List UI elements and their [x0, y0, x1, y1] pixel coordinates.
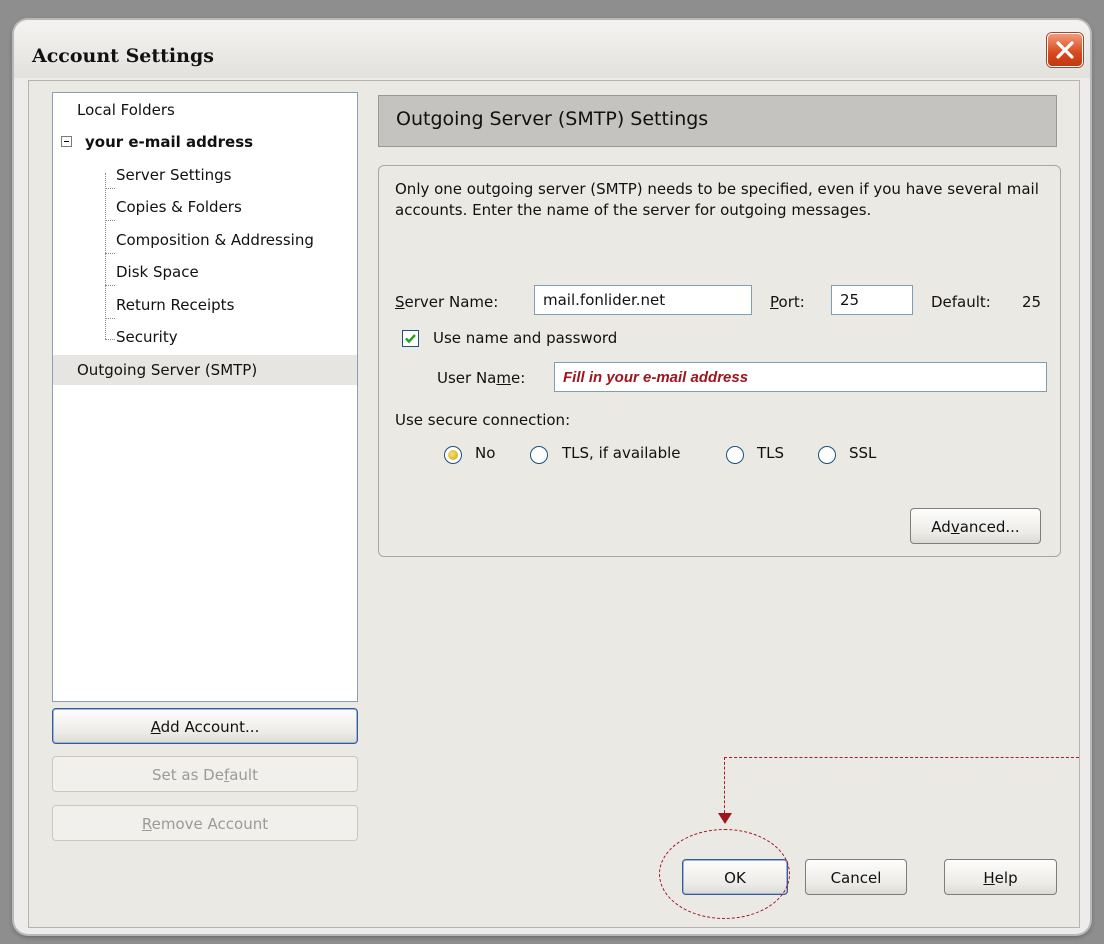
port-label: Port:	[770, 293, 805, 311]
secure-option-ssl-radio[interactable]	[818, 446, 836, 464]
tree-item-account[interactable]: your e-mail address	[53, 127, 357, 157]
use-name-password-checkbox[interactable]	[402, 330, 419, 347]
tree-item-outgoing-server[interactable]: Outgoing Server (SMTP)	[53, 355, 357, 385]
smtp-settings-group: Only one outgoing server (SMTP) needs to…	[378, 165, 1061, 557]
annotation-line	[724, 757, 1079, 758]
annotation-line-vertical	[724, 757, 725, 813]
remove-account-button[interactable]: Remove Account	[52, 805, 358, 841]
add-account-button[interactable]: Add Account...	[52, 708, 358, 744]
server-name-label: Server Name:	[395, 293, 499, 311]
secure-option-tls-if-available-label: TLS, if available	[562, 444, 681, 462]
port-input[interactable]: 25	[831, 285, 913, 315]
secure-option-no-label: No	[475, 444, 496, 462]
advanced-button[interactable]: Advanced...	[910, 508, 1041, 544]
secure-connection-label: Use secure connection:	[395, 411, 571, 429]
server-name-input[interactable]: mail.fonlider.net	[534, 285, 752, 315]
tree-item-return-receipts[interactable]: Return Receipts	[53, 290, 357, 320]
tree-item-composition[interactable]: Composition & Addressing	[53, 225, 357, 255]
secure-option-tls-if-available-radio[interactable]	[530, 446, 548, 464]
user-name-value: Fill in your e-mail address	[563, 369, 749, 386]
window-title: Account Settings	[32, 45, 214, 67]
tree-item-disk-space[interactable]: Disk Space	[53, 257, 357, 287]
secure-option-no-radio[interactable]	[444, 446, 462, 464]
title-bar[interactable]: Account Settings	[14, 20, 1090, 78]
default-port-label: Default:	[931, 293, 991, 311]
secure-option-tls-radio[interactable]	[726, 446, 744, 464]
smtp-description: Only one outgoing server (SMTP) needs to…	[395, 180, 1039, 219]
annotation-arrow-icon	[718, 813, 732, 824]
help-button[interactable]: Help	[944, 859, 1057, 895]
tree-item-copies-folders[interactable]: Copies & Folders	[53, 192, 357, 222]
use-name-password-label: Use name and password	[433, 329, 618, 347]
page-title: Outgoing Server (SMTP) Settings	[396, 108, 709, 130]
secure-option-ssl-label: SSL	[849, 444, 877, 462]
cancel-button[interactable]: Cancel	[805, 859, 907, 895]
tree-item-server-settings[interactable]: Server Settings	[53, 160, 357, 190]
user-name-input[interactable]: Fill in your e-mail address	[554, 362, 1047, 392]
account-tree[interactable]: Local Folders your e-mail address Server…	[52, 92, 358, 702]
dialog-client-area: Local Folders your e-mail address Server…	[28, 80, 1080, 928]
annotation-highlight-ellipse	[659, 829, 790, 919]
account-settings-window: Account Settings Local Folders your e-ma…	[14, 20, 1090, 934]
default-port-value: 25	[1022, 293, 1042, 311]
close-button[interactable]	[1047, 33, 1083, 67]
tree-item-local-folders[interactable]: Local Folders	[53, 95, 357, 125]
set-as-default-button[interactable]: Set as Default	[52, 756, 358, 792]
page-header: Outgoing Server (SMTP) Settings	[378, 95, 1057, 147]
close-icon	[1056, 41, 1074, 59]
checkmark-icon	[405, 334, 416, 344]
user-name-label: User Name:	[437, 369, 526, 387]
secure-option-tls-label: TLS	[757, 444, 785, 462]
tree-item-security[interactable]: Security	[53, 322, 357, 352]
collapse-icon[interactable]	[61, 136, 72, 147]
